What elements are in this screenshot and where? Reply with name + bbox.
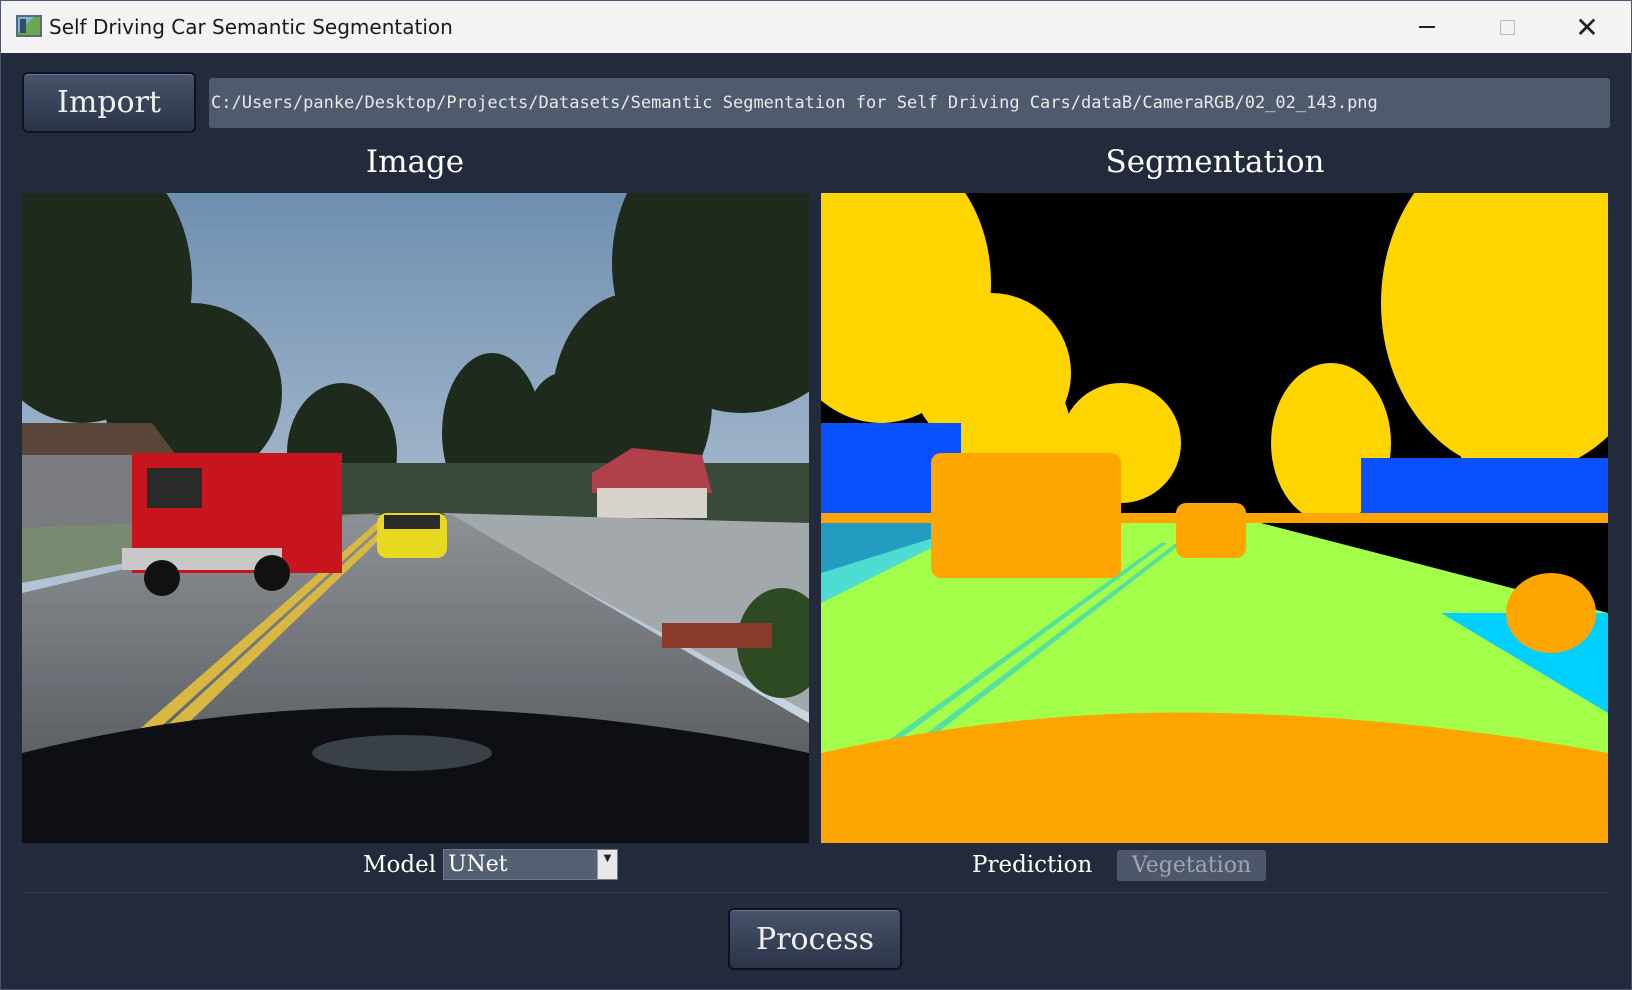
segmentation-image — [821, 193, 1608, 843]
process-button[interactable]: Process — [728, 908, 902, 970]
divider — [22, 892, 1610, 893]
close-button[interactable]: ✕ — [1547, 1, 1627, 53]
import-button[interactable]: Import — [22, 72, 196, 133]
prediction-value: Vegetation — [1117, 850, 1266, 881]
input-image — [22, 193, 809, 843]
model-dropdown[interactable]: UNet ▼ — [443, 849, 618, 880]
title-bar[interactable]: Self Driving Car Semantic Segmentation ✕ — [1, 1, 1631, 53]
minimize-button[interactable] — [1387, 1, 1467, 53]
file-path-field[interactable]: C:/Users/panke/Desktop/Projects/Datasets… — [209, 78, 1610, 128]
chevron-down-icon[interactable]: ▼ — [597, 850, 617, 879]
minimize-icon — [1419, 26, 1435, 28]
segmentation-panel-title: Segmentation — [1105, 144, 1325, 180]
prediction-label: Prediction — [972, 852, 1093, 878]
maximize-icon — [1499, 19, 1515, 35]
model-selected-value: UNet — [448, 852, 508, 877]
model-label: Model — [363, 852, 437, 878]
close-icon: ✕ — [1575, 10, 1599, 44]
image-panel-title: Image — [365, 144, 465, 180]
app-window: Self Driving Car Semantic Segmentation ✕… — [0, 0, 1632, 990]
window-title: Self Driving Car Semantic Segmentation — [49, 15, 453, 39]
app-icon — [16, 15, 42, 37]
maximize-button[interactable] — [1467, 1, 1547, 53]
